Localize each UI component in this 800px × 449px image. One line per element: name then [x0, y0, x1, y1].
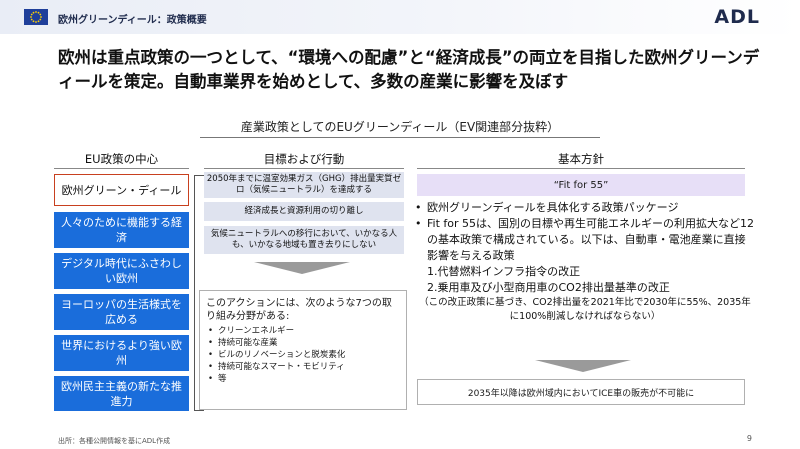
source-footnote: 出所：各種公開情報を基にADL作成: [58, 437, 171, 445]
action-item: クリーンエネルギー: [206, 325, 400, 337]
goal-decoupling: 経済成長と資源利用の切り離し: [204, 202, 404, 221]
column-header-right: 基本方針: [558, 152, 604, 166]
policy-note: （この改正政策に基づき、CO2排出量を2021年比で2030年に55%、2035…: [419, 297, 751, 322]
eu-policy-item-stronger-europe: 世界におけるより強い欧州: [54, 335, 189, 371]
policy-description: 欧州グリーンディールを具体化する政策パッケージ Fit for 55は、国別の目…: [415, 200, 755, 324]
down-arrow-icon: [254, 262, 350, 274]
policy-item-co2-standard: 2.乗用車及び小型商用車のCO2排出量基準の改正: [427, 281, 670, 294]
down-arrow-icon: [535, 360, 631, 372]
eu-policy-item-digital: デジタル時代にふさわしい欧州: [54, 253, 189, 289]
page-header-title: 欧州グリーンディール：政策概要: [58, 15, 207, 26]
fit-for-55-label: “Fit for 55”: [417, 174, 745, 196]
actions-intro: このアクションには、次のような7つの取り組み分野がある:: [206, 298, 392, 322]
policy-bullet-fit55: Fit for 55は、国別の目標や再生可能エネルギーの利用拡大など12の基本政…: [415, 216, 755, 264]
actions-box: このアクションには、次のような7つの取り組み分野がある: クリーンエネルギー 持…: [199, 290, 407, 410]
policy-item-infrastructure: 1.代替燃料インフラ指令の改正: [427, 265, 581, 278]
column-divider-left: [54, 168, 189, 169]
goal-climate-neutral: 2050年までに温室効果ガス（GHG）排出量実質ゼロ（気候ニュートラル）を達成す…: [204, 172, 404, 198]
policy-bullet-package: 欧州グリーンディールを具体化する政策パッケージ: [415, 200, 755, 216]
actions-list: クリーンエネルギー 持続可能な産業 ビルのリノベーションと脱炭素化 持続可能なス…: [206, 325, 400, 385]
eu-policy-item-green-deal: 欧州グリーン・ディール: [54, 174, 189, 206]
page-number: 9: [746, 434, 752, 443]
action-item: ビルのリノベーションと脱炭素化: [206, 349, 400, 361]
eu-flag-icon: [24, 9, 48, 25]
action-item: 持続可能なスマート・モビリティ: [206, 361, 400, 373]
action-item: 持続可能な産業: [206, 337, 400, 349]
headline: 欧州は重点政策の一つとして、“環境への配慮”と“経済成長”の両立を目指した欧州グ…: [58, 48, 760, 91]
ice-ban-result: 2035年以降は欧州域内においてICE車の販売が不可能に: [417, 379, 745, 405]
action-item: 等: [206, 373, 400, 385]
eu-policy-item-economy: 人々のために機能する経済: [54, 212, 189, 248]
eu-policy-item-lifestyle: ヨーロッパの生活様式を広める: [54, 294, 189, 330]
subtitle-divider: [200, 137, 600, 138]
column-header-middle: 目標および行動: [263, 152, 345, 166]
column-divider-right: [417, 168, 745, 169]
eu-policy-item-democracy: 欧州民主主義の新たな推進力: [54, 376, 189, 411]
diagram-subtitle: 産業政策としてのEUグリーンディール（EV関連部分抜粋）: [240, 120, 560, 134]
column-divider-middle: [204, 168, 404, 169]
goal-no-one-left-behind: 気候ニュートラルへの移行において、いかなる人も、いかなる地域も置き去りにしない: [204, 226, 404, 254]
column-header-left: EU政策の中心: [84, 152, 159, 166]
adl-logo: ADL: [714, 6, 760, 28]
